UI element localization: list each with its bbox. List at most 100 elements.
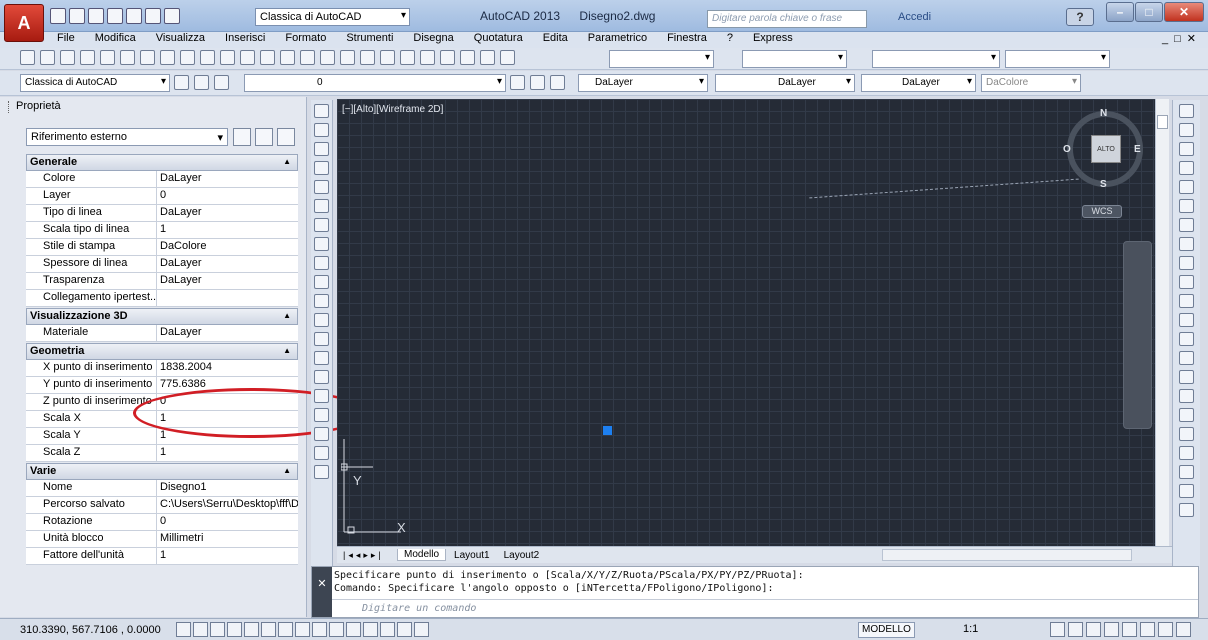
help-button[interactable]: ? xyxy=(1066,8,1094,26)
tab-layout1[interactable]: Layout1 xyxy=(448,550,496,561)
property-value[interactable] xyxy=(157,290,298,306)
polar-icon[interactable] xyxy=(244,622,259,637)
drawing-canvas[interactable]: [−][Alto][Wireframe 2D] ALTO N S E O WCS… xyxy=(337,99,1155,546)
properties-icon[interactable] xyxy=(380,50,395,65)
break-at-point-icon[interactable] xyxy=(1179,313,1194,327)
section-visualizzazione-3d[interactable]: Visualizzazione 3D xyxy=(26,308,298,325)
quickcalc-icon[interactable] xyxy=(480,50,495,65)
property-value[interactable]: DaLayer xyxy=(157,171,298,187)
join-icon[interactable] xyxy=(1179,351,1194,365)
new-icon[interactable] xyxy=(50,8,66,24)
section-geometria[interactable]: Geometria xyxy=(26,343,298,360)
property-row[interactable]: Trasparenza DaLayer xyxy=(26,273,298,290)
menu-file[interactable]: File xyxy=(57,32,75,48)
plotstyle-dropdown[interactable]: DaColore xyxy=(981,74,1081,92)
fillet-icon[interactable] xyxy=(1179,389,1194,403)
menu-parametrico[interactable]: Parametrico xyxy=(588,32,647,48)
clean-screen-icon[interactable] xyxy=(1122,622,1137,637)
menu-strumenti[interactable]: Strumenti xyxy=(346,32,393,48)
table-style-dropdown[interactable] xyxy=(872,50,1000,68)
property-row[interactable]: Nome Disegno1 xyxy=(26,480,298,497)
point-icon[interactable] xyxy=(314,351,329,365)
circle-icon[interactable] xyxy=(314,218,329,232)
hatch-icon[interactable] xyxy=(314,370,329,384)
erase-icon[interactable] xyxy=(1179,104,1194,118)
quick-properties-icon[interactable] xyxy=(380,622,395,637)
lock-icon[interactable] xyxy=(1068,622,1083,637)
gear-icon[interactable] xyxy=(174,75,189,90)
print-icon[interactable] xyxy=(80,50,95,65)
zoom-previous-icon[interactable] xyxy=(360,50,375,65)
help-icon[interactable] xyxy=(500,50,515,65)
property-value[interactable]: Millimetri xyxy=(157,531,298,547)
3d-print-icon[interactable] xyxy=(140,50,155,65)
sheet-set-icon[interactable] xyxy=(440,50,455,65)
compass-south[interactable]: S xyxy=(1100,179,1107,190)
color-dropdown[interactable]: DaLayer xyxy=(578,74,708,92)
search-input[interactable]: Digitare parola chiave o frase xyxy=(707,10,867,28)
status-menu-icon[interactable] xyxy=(1158,622,1173,637)
chamfer-icon[interactable] xyxy=(1179,370,1194,384)
property-value[interactable]: 0 xyxy=(157,188,298,204)
model-space-toggle[interactable]: MODELLO xyxy=(858,622,915,638)
lightbulb-icon[interactable] xyxy=(1140,622,1155,637)
copy-icon[interactable] xyxy=(180,50,195,65)
property-value[interactable]: Disegno1 xyxy=(157,480,298,496)
dim-style-dropdown[interactable] xyxy=(742,50,847,68)
viewcube-face[interactable]: ALTO xyxy=(1091,135,1121,163)
mirror-icon[interactable] xyxy=(1179,142,1194,156)
rotate-icon[interactable] xyxy=(1179,218,1194,232)
scale-icon[interactable] xyxy=(1179,237,1194,251)
property-value[interactable]: 0 xyxy=(157,514,298,530)
extend-icon[interactable] xyxy=(1179,294,1194,308)
fullscreen-icon[interactable] xyxy=(1176,622,1191,637)
viewport-controls[interactable]: [−][Alto][Wireframe 2D] xyxy=(342,104,443,115)
property-value[interactable]: DaLayer xyxy=(157,325,298,341)
copy-object-icon[interactable] xyxy=(1179,123,1194,137)
property-value[interactable]: 1838.2004 xyxy=(157,360,298,376)
menu-modifica[interactable]: Modifica xyxy=(95,32,136,48)
workspace-select[interactable]: Classica di AutoCAD xyxy=(20,74,170,92)
wcs-menu[interactable]: WCS xyxy=(1082,205,1122,218)
preview-icon[interactable] xyxy=(100,50,115,65)
viewcube[interactable]: ALTO xyxy=(1067,111,1143,187)
bring-front-icon[interactable] xyxy=(1179,465,1194,479)
property-row[interactable]: X punto di inserimento 1838.2004 xyxy=(26,360,298,377)
scroll-thumb[interactable] xyxy=(1157,115,1168,129)
offset-icon[interactable] xyxy=(1179,161,1194,175)
annotation-monitor-icon[interactable] xyxy=(414,622,429,637)
spline-icon[interactable] xyxy=(314,256,329,270)
property-row[interactable]: Rotazione 0 xyxy=(26,514,298,531)
menu-quotatura[interactable]: Quotatura xyxy=(474,32,523,48)
isolate-icon[interactable] xyxy=(1104,622,1119,637)
pan-icon[interactable] xyxy=(300,50,315,65)
make-block-icon[interactable] xyxy=(314,332,329,346)
osnap-icon[interactable] xyxy=(261,622,276,637)
region-icon[interactable] xyxy=(314,408,329,422)
block-editor-icon[interactable] xyxy=(240,50,255,65)
zoom-realtime-icon[interactable] xyxy=(320,50,335,65)
property-value[interactable]: 1 xyxy=(157,445,298,461)
property-row[interactable]: Tipo di linea DaLayer xyxy=(26,205,298,222)
trim-icon[interactable] xyxy=(1179,275,1194,289)
break-icon[interactable] xyxy=(1179,332,1194,346)
save-as-icon[interactable] xyxy=(107,8,123,24)
property-row[interactable]: Scala tipo di linea 1 xyxy=(26,222,298,239)
text-style-dropdown[interactable] xyxy=(609,50,714,68)
signin-link[interactable]: Accedi xyxy=(898,11,931,23)
tool-palettes-icon[interactable] xyxy=(420,50,435,65)
tab-navigation[interactable]: |◂◂▸▸| xyxy=(337,550,397,561)
undo-icon[interactable] xyxy=(260,50,275,65)
select-objects-icon[interactable] xyxy=(255,128,273,146)
ducs-icon[interactable] xyxy=(312,622,327,637)
property-row[interactable]: Spessore di linea DaLayer xyxy=(26,256,298,273)
lineweight-icon[interactable] xyxy=(346,622,361,637)
layer-previous-icon[interactable] xyxy=(530,75,545,90)
linetype-dropdown[interactable]: DaLayer xyxy=(715,74,855,92)
menu-formato[interactable]: Formato xyxy=(285,32,326,48)
grid-icon[interactable] xyxy=(210,622,225,637)
transparency-icon[interactable] xyxy=(363,622,378,637)
save-icon[interactable] xyxy=(60,50,75,65)
toggle-pickadd-icon[interactable] xyxy=(233,128,251,146)
application-menu-button[interactable]: A xyxy=(4,4,44,42)
